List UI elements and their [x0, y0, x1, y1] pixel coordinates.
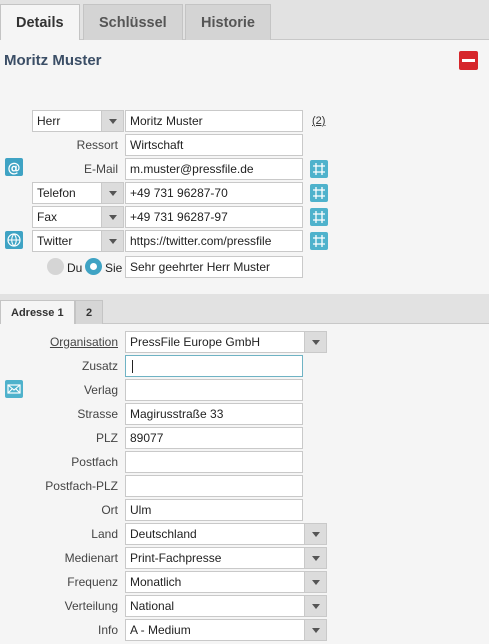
fax-type-value: Fax: [37, 210, 58, 224]
du-label: Du: [67, 261, 83, 275]
social-grid-icon[interactable]: [310, 232, 328, 250]
chevron-down-icon: [101, 231, 123, 251]
social-type-select[interactable]: Twitter: [32, 230, 124, 252]
ort-label: Ort: [101, 503, 118, 517]
organisation-label[interactable]: Organisation: [0, 331, 118, 353]
chevron-down-icon: [101, 183, 123, 203]
verteilung-label: Verteilung: [64, 599, 118, 613]
fax-field[interactable]: +49 731 96287-97: [125, 206, 303, 228]
chevron-down-icon: [304, 620, 326, 640]
social-type-value: Twitter: [37, 234, 73, 248]
tab-address-2[interactable]: 2: [75, 300, 104, 325]
verteilung-select[interactable]: National: [125, 595, 327, 617]
strasse-label: Strasse: [77, 407, 118, 421]
chevron-down-icon: [304, 332, 326, 352]
sie-label: Sie: [105, 261, 123, 275]
chevron-down-icon: [304, 548, 326, 568]
salutation-value: Herr: [37, 114, 61, 128]
ressort-label: Ressort: [76, 138, 118, 152]
postfach-field[interactable]: [125, 451, 303, 473]
organisation-label-text: Organisation: [49, 335, 118, 349]
social-field[interactable]: https://twitter.com/pressfile: [125, 230, 303, 252]
globe-icon[interactable]: [5, 231, 23, 249]
postfach-plz-label: Postfach-PLZ: [45, 479, 118, 493]
organisation-select[interactable]: PressFile Europe GmbH: [125, 331, 327, 353]
chevron-down-icon: [101, 111, 123, 131]
frequenz-select[interactable]: Monatlich: [125, 571, 327, 593]
plz-field[interactable]: 89077: [125, 427, 303, 449]
frequenz-label: Frequenz: [67, 575, 118, 589]
verlag-field[interactable]: [125, 379, 303, 401]
du-radio[interactable]: [47, 258, 64, 275]
medienart-label: Medienart: [64, 551, 118, 565]
chevron-down-icon: [304, 524, 326, 544]
land-select[interactable]: Deutschland: [125, 523, 327, 545]
phone-type-select[interactable]: Telefon: [32, 182, 124, 204]
zusatz-field[interactable]: [125, 355, 303, 377]
chevron-down-icon: [101, 207, 123, 227]
phone-grid-icon[interactable]: [310, 184, 328, 202]
tab-historie[interactable]: Historie: [185, 4, 271, 41]
plz-label: PLZ: [95, 431, 118, 445]
ort-field[interactable]: Ulm: [125, 499, 303, 521]
organisation-value: PressFile Europe GmbH: [130, 335, 261, 349]
email-field[interactable]: m.muster@pressfile.de: [125, 158, 303, 180]
chevron-down-icon: [304, 572, 326, 592]
fax-type-select[interactable]: Fax: [32, 206, 124, 228]
verlag-label: Verlag: [83, 383, 118, 397]
full-name-field[interactable]: Moritz Muster: [125, 110, 303, 132]
postfach-label: Postfach: [71, 455, 118, 469]
salutation-select[interactable]: Herr: [32, 110, 124, 132]
land-value: Deutschland: [130, 527, 197, 541]
text-caret: [132, 360, 133, 374]
tab-address-1[interactable]: Adresse 1: [0, 300, 75, 325]
phone-type-value: Telefon: [37, 186, 76, 200]
tab-schluessel[interactable]: Schlüssel: [83, 4, 183, 41]
sie-radio[interactable]: [85, 258, 102, 275]
phone-field[interactable]: +49 731 96287-70: [125, 182, 303, 204]
info-label: Info: [97, 623, 118, 637]
strasse-field[interactable]: Magirusstraße 33: [125, 403, 303, 425]
tab-details[interactable]: Details: [0, 4, 80, 41]
verteilung-value: National: [130, 599, 175, 613]
postfach-plz-field[interactable]: [125, 475, 303, 497]
frequenz-value: Monatlich: [130, 575, 182, 589]
medienart-select[interactable]: Print-Fachpresse: [125, 547, 327, 569]
name-count-link[interactable]: (2): [312, 115, 325, 127]
remove-button[interactable]: [459, 51, 478, 70]
land-label: Land: [91, 527, 118, 541]
ressort-field[interactable]: Wirtschaft: [125, 134, 303, 156]
page-title: Moritz Muster: [4, 52, 102, 69]
greeting-field[interactable]: Sehr geehrter Herr Muster: [125, 256, 303, 278]
email-grid-icon[interactable]: [310, 160, 328, 178]
fax-grid-icon[interactable]: [310, 208, 328, 226]
zusatz-label: Zusatz: [81, 359, 118, 373]
medienart-value: Print-Fachpresse: [130, 551, 222, 565]
minus-icon: [462, 59, 475, 62]
chevron-down-icon: [304, 596, 326, 616]
email-label: E-Mail: [83, 162, 118, 176]
info-select[interactable]: A - Medium: [125, 619, 327, 641]
info-value: A - Medium: [130, 623, 191, 637]
